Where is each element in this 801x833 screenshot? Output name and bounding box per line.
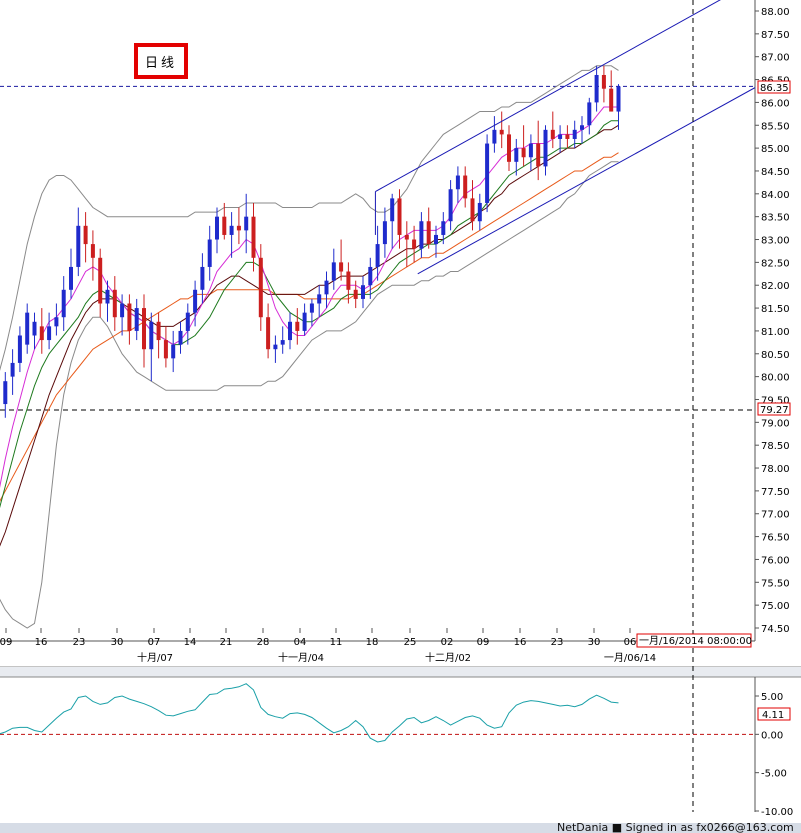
y-tick-label: 85.50 (761, 121, 790, 132)
y-tick-label: 78.00 (761, 464, 790, 475)
status-text: NetDania ■ Signed in as fx0266@163.com (557, 823, 794, 833)
osc-value-tag: 4.11 (757, 707, 791, 721)
y-tick-label: 77.50 (761, 487, 790, 498)
x-tick-label: 23 (551, 637, 564, 648)
x-tick-label: 14 (184, 637, 197, 648)
chart-canvas: 88.0087.5087.0086.5086.0085.5085.0084.50… (0, 0, 801, 818)
chart-title-box: 日线 (134, 43, 188, 79)
osc-tick-label: -5.00 (761, 769, 787, 780)
x-month-label: 十月/07 (137, 651, 173, 664)
y-tick-label: 83.50 (761, 213, 790, 224)
y-tick-label: 81.50 (761, 304, 790, 315)
x-tick-label: 07 (148, 637, 161, 648)
price-ref-label: 86.35 (760, 83, 789, 94)
oscillator-line (0, 683, 619, 743)
y-tick-label: 76.00 (761, 555, 790, 566)
panel-separator (0, 667, 801, 677)
y-tick-label: 77.00 (761, 510, 790, 521)
crosshair-date-tag: 一月/16/2014 08:00:00 (636, 633, 752, 648)
y-tick-label: 87.00 (761, 53, 790, 64)
y-tick-label: 84.00 (761, 190, 790, 201)
low-ref-label: 79.27 (760, 405, 789, 416)
y-tick-label: 87.50 (761, 30, 790, 41)
x-month-label: 十二月/02 (425, 651, 471, 664)
main-panel (0, 0, 755, 641)
x-tick-label: 25 (404, 637, 417, 648)
y-tick-label: 81.00 (761, 327, 790, 338)
x-tick-label: 16 (514, 637, 527, 648)
y-tick-label: 80.00 (761, 373, 790, 384)
osc-tick-label: 5.00 (761, 692, 783, 703)
x-tick-label: 02 (441, 637, 454, 648)
x-tick-label: 21 (220, 637, 233, 648)
x-tick-label: 04 (294, 637, 307, 648)
x-tick-label: 28 (257, 637, 270, 648)
x-month-label: 十一月/04 (278, 651, 324, 664)
y-tick-label: 84.50 (761, 167, 790, 178)
y-tick-label: 82.00 (761, 281, 790, 292)
y-tick-label: 83.00 (761, 236, 790, 247)
x-tick-label: 06 (624, 637, 637, 648)
y-tick-label: 85.00 (761, 144, 790, 155)
y-tick-label: 88.00 (761, 7, 790, 18)
osc-value-label: 4.11 (762, 710, 784, 721)
osc-tick-label: 0.00 (761, 730, 783, 741)
y-tick-label: 76.50 (761, 533, 790, 544)
x-tick-label: 18 (366, 637, 379, 648)
candle (485, 134, 490, 213)
y-tick-label: 82.50 (761, 258, 790, 269)
x-tick-label: 09 (477, 637, 490, 648)
y-tick-label: 78.50 (761, 441, 790, 452)
x-tick-label: 09 (0, 637, 12, 648)
x-tick-label: 11 (330, 637, 343, 648)
x-tick-label: 30 (111, 637, 124, 648)
x-tick-label: 23 (73, 637, 86, 648)
osc-tick-label: -10.00 (761, 807, 793, 818)
x-month-label: 一月/06/14 (604, 652, 656, 664)
low-ref-tag: 79.27 (757, 402, 791, 416)
x-tick-label: 16 (35, 637, 48, 648)
y-tick-label: 75.00 (761, 601, 790, 612)
y-tick-label: 80.50 (761, 350, 790, 361)
chart-title: 日线 (138, 47, 184, 75)
status-bar: NetDania ■ Signed in as fx0266@163.com (0, 823, 801, 833)
crosshair-date-label: 一月/16/2014 08:00:00 (639, 635, 752, 647)
y-tick-label: 79.00 (761, 418, 790, 429)
y-tick-label: 75.50 (761, 578, 790, 589)
x-tick-label: 30 (588, 637, 601, 648)
y-tick-label: 86.00 (761, 98, 790, 109)
y-tick-label: 74.50 (761, 624, 790, 635)
price-ref-tag: 86.35 (757, 80, 791, 94)
